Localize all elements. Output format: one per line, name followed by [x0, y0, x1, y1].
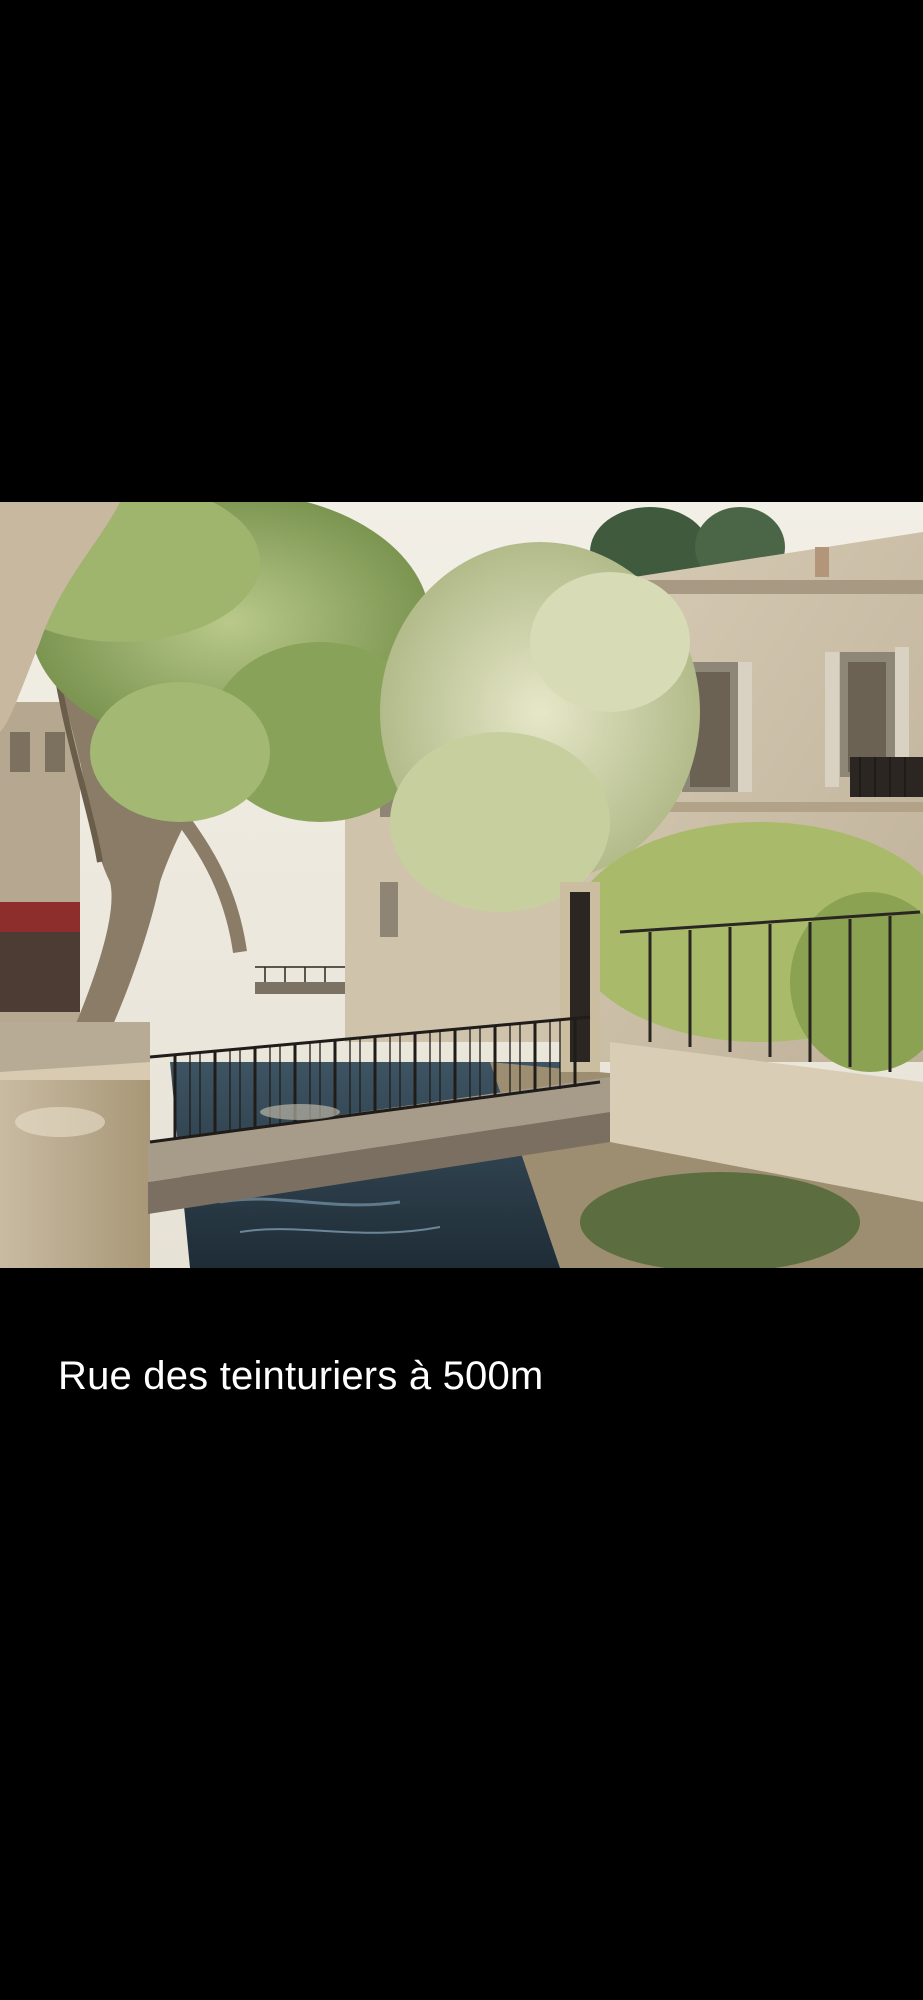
photo-caption: Rue des teinturiers à 500m: [58, 1354, 544, 1398]
photo[interactable]: [0, 502, 923, 1268]
photo-scene: [0, 502, 923, 1268]
photo-viewer: Rue des teinturiers à 500m: [0, 0, 923, 2000]
